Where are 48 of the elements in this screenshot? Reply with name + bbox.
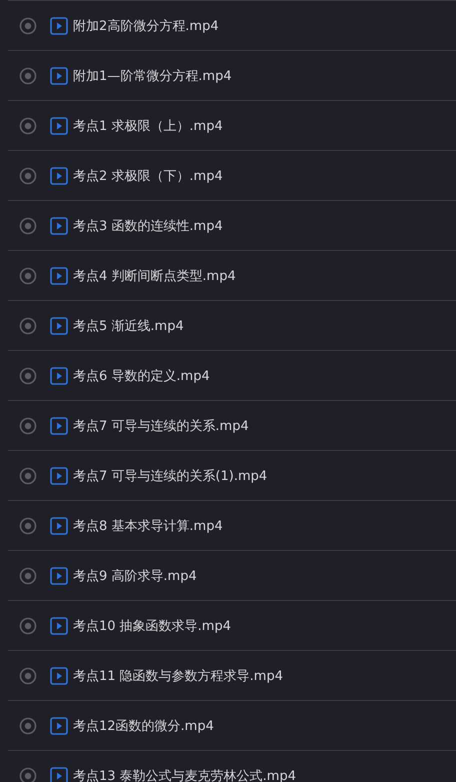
video-file-icon: [50, 316, 68, 334]
radio-icon[interactable]: [19, 466, 37, 484]
radio-icon[interactable]: [19, 116, 37, 134]
radio-icon[interactable]: [19, 416, 37, 434]
file-name[interactable]: 考点10 抽象函数求导.mp4: [73, 616, 231, 634]
file-name[interactable]: 考点11 隐函数与参数方程求导.mp4: [73, 666, 283, 684]
radio-icon[interactable]: [19, 716, 37, 734]
video-file-icon: [50, 266, 68, 284]
radio-icon[interactable]: [19, 366, 37, 384]
video-file-icon: [50, 16, 68, 34]
radio-icon[interactable]: [19, 616, 37, 634]
file-name[interactable]: 考点9 高阶求导.mp4: [73, 566, 197, 584]
file-name[interactable]: 考点12函数的微分.mp4: [73, 716, 214, 734]
video-file-icon: [50, 616, 68, 634]
radio-icon[interactable]: [19, 516, 37, 534]
video-file-icon: [50, 166, 68, 184]
file-name[interactable]: 考点6 导数的定义.mp4: [73, 366, 210, 384]
radio-icon[interactable]: [19, 66, 37, 84]
radio-icon[interactable]: [19, 316, 37, 334]
radio-icon[interactable]: [19, 566, 37, 584]
radio-icon[interactable]: [19, 766, 37, 782]
file-name[interactable]: 考点3 函数的连续性.mp4: [73, 216, 223, 234]
video-file-icon: [50, 516, 68, 534]
video-file-icon: [50, 416, 68, 434]
radio-icon[interactable]: [19, 216, 37, 234]
video-file-icon: [50, 766, 68, 782]
file-name[interactable]: 考点5 渐近线.mp4: [73, 316, 184, 334]
file-name[interactable]: 考点13 泰勒公式与麦克劳林公式.mp4: [73, 766, 296, 782]
file-name[interactable]: 附加1—阶常微分方程.mp4: [73, 66, 232, 84]
radio-icon[interactable]: [19, 666, 37, 684]
file-name[interactable]: 考点8 基本求导计算.mp4: [73, 516, 223, 534]
video-file-icon: [50, 116, 68, 134]
file-name[interactable]: 考点1 求极限（上）.mp4: [73, 116, 223, 134]
file-name[interactable]: 考点4 判断间断点类型.mp4: [73, 266, 236, 284]
radio-icon[interactable]: [19, 16, 37, 34]
video-file-icon: [50, 716, 68, 734]
file-name[interactable]: 考点7 可导与连续的关系.mp4: [73, 416, 249, 434]
video-file-icon: [50, 466, 68, 484]
file-name[interactable]: 附加2高阶微分方程.mp4: [73, 16, 219, 34]
video-file-icon: [50, 566, 68, 584]
file-name[interactable]: 考点7 可导与连续的关系(1).mp4: [73, 466, 268, 484]
radio-icon[interactable]: [19, 166, 37, 184]
file-name[interactable]: 考点2 求极限（下）.mp4: [73, 166, 223, 184]
video-file-icon: [50, 216, 68, 234]
video-file-icon: [50, 666, 68, 684]
radio-icon[interactable]: [19, 266, 37, 284]
video-file-icon: [50, 366, 68, 384]
video-file-icon: [50, 66, 68, 84]
